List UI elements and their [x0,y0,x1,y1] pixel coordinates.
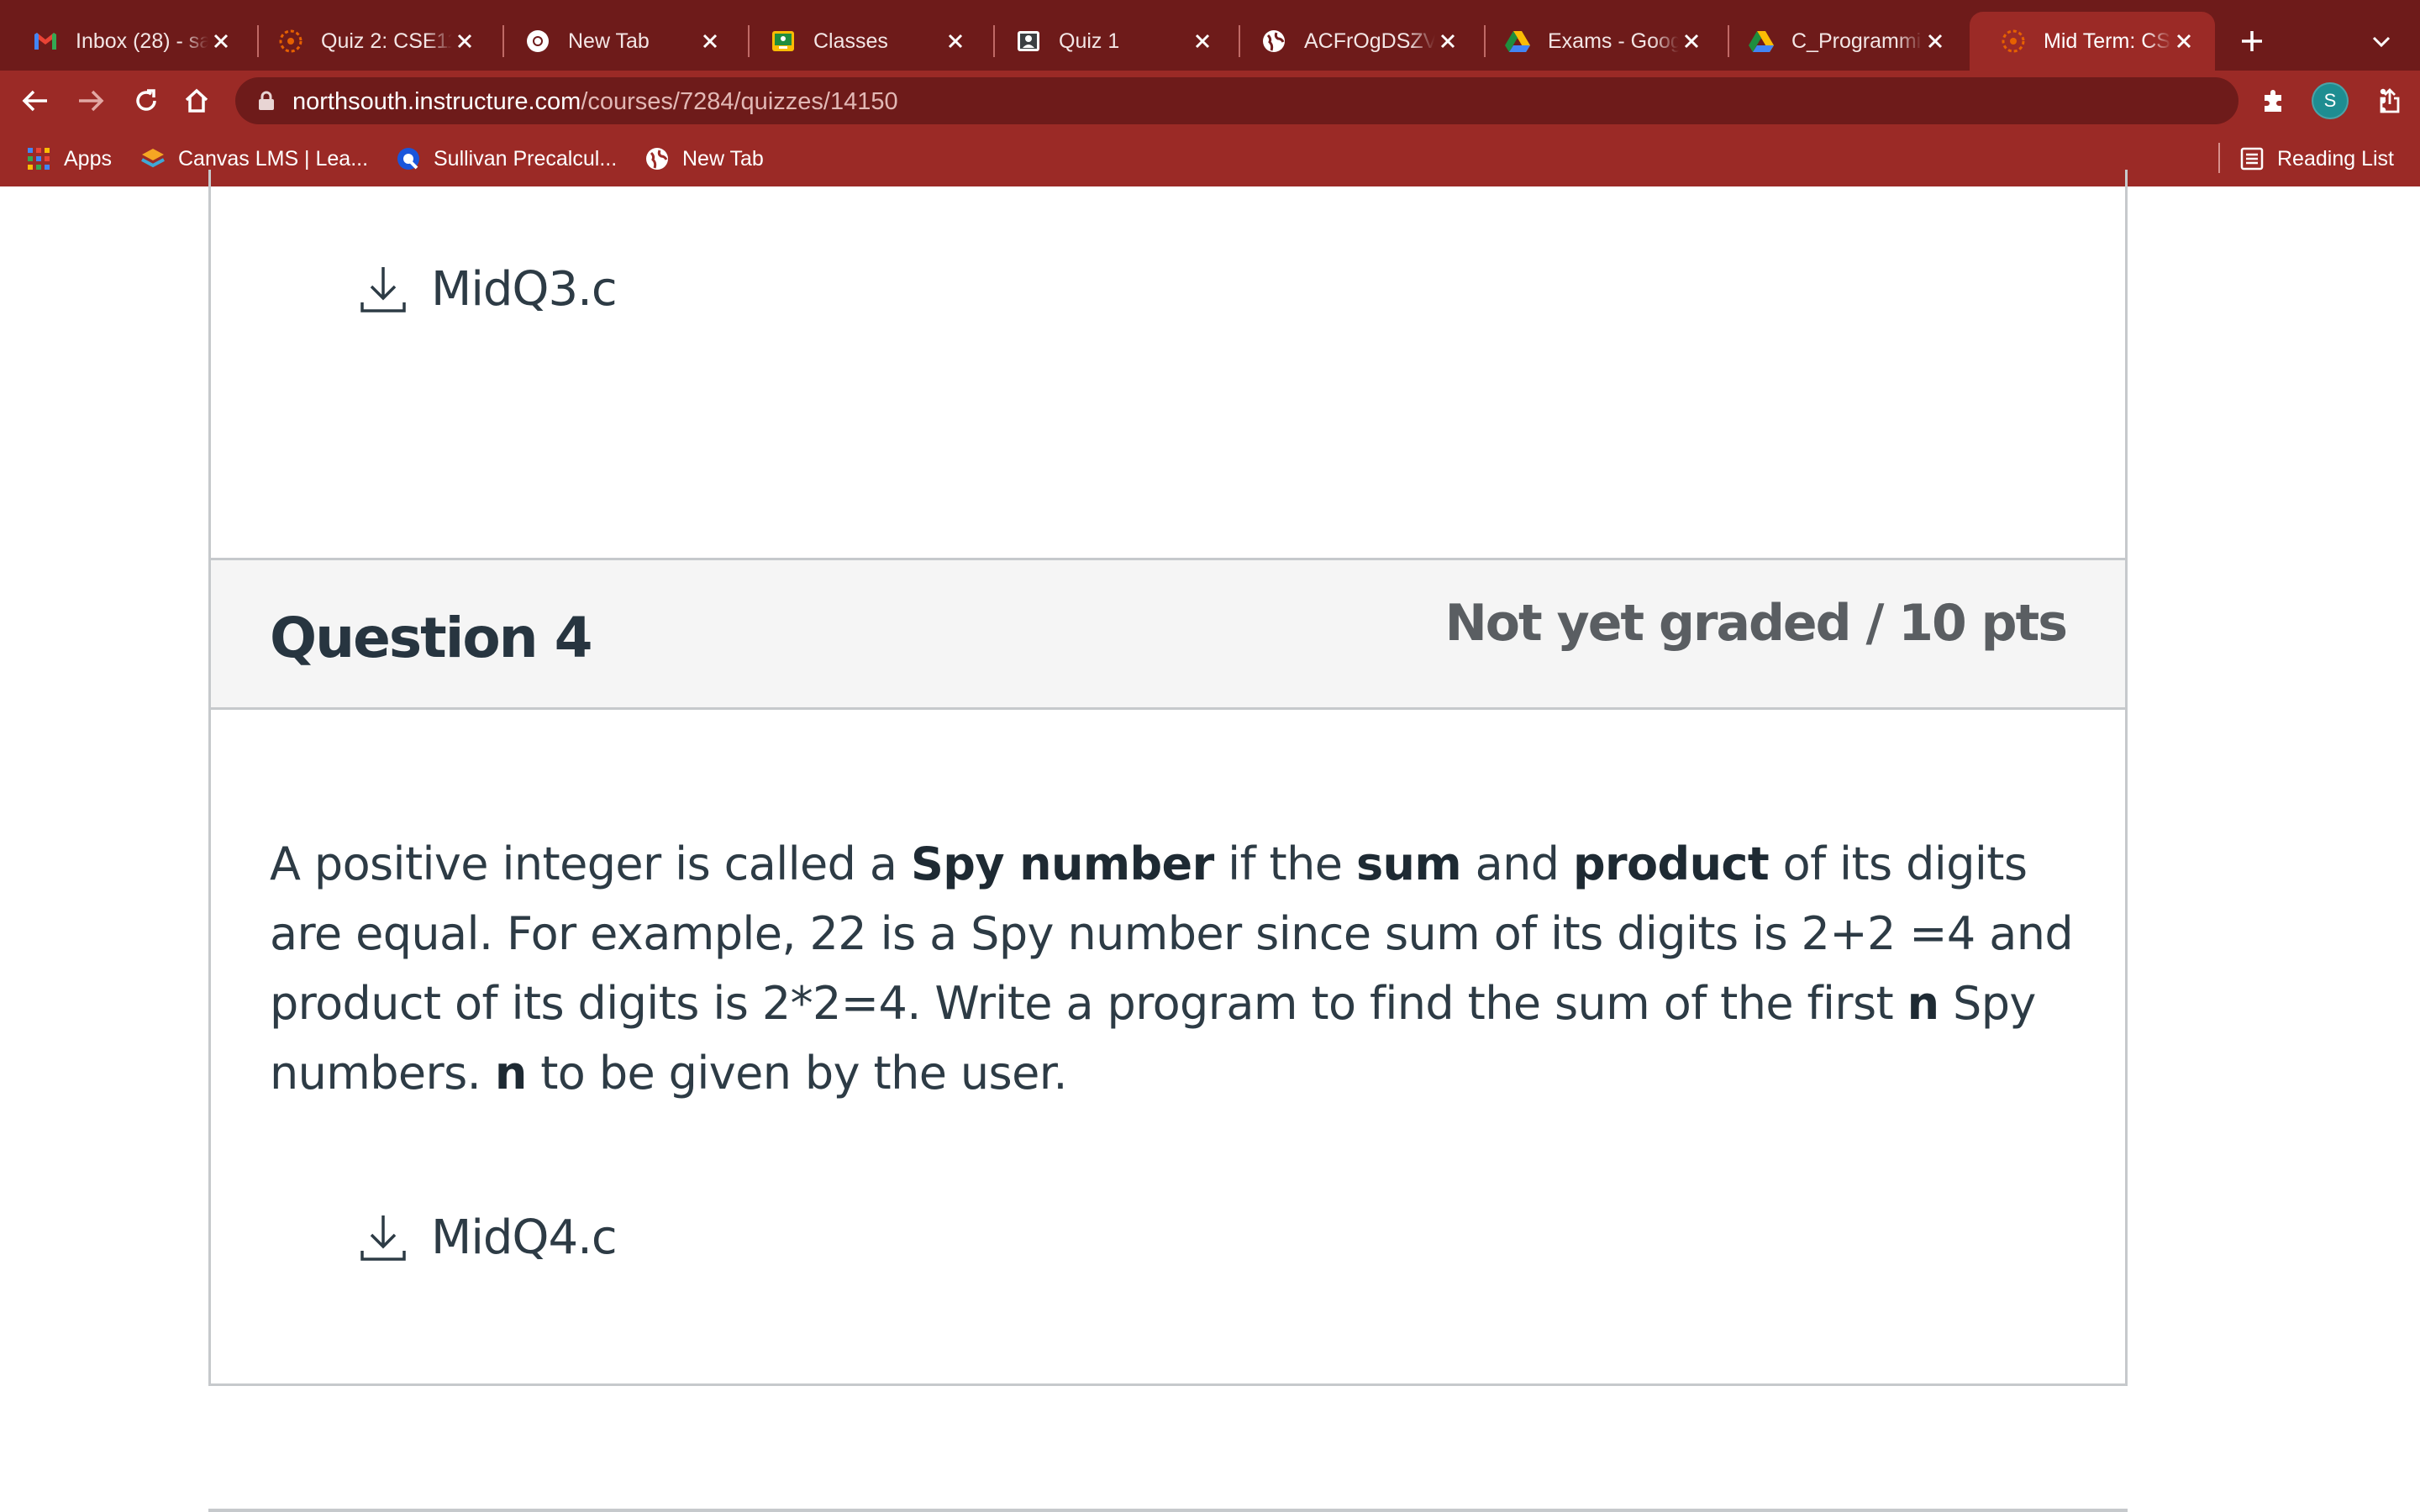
profile-avatar[interactable]: S [2312,82,2349,119]
browser-menu-button[interactable] [2366,81,2400,121]
tab-c-programming[interactable]: C_Programmin [1718,12,1966,71]
chrome-icon [524,28,551,55]
url-path: /courses/7284/quizzes/14150 [581,88,898,115]
download-icon [360,1215,406,1261]
arrow-left-icon [22,90,47,112]
close-icon[interactable] [1435,29,1460,54]
tab-quiz-1[interactable]: Quiz 1 [985,12,1234,71]
arrow-right-icon [79,90,104,112]
new-tab-button[interactable] [2233,23,2270,60]
question-title: Question 4 [270,606,593,670]
tab-title: ACFrOgDSZVC [1304,29,1435,53]
drive-icon [1504,28,1531,55]
extensions-button[interactable] [2254,81,2294,121]
puzzle-icon [2265,90,2281,112]
close-icon[interactable] [2171,29,2196,54]
next-question-border [208,1509,2128,1512]
question-points: Not yet graded / 10 pts [1444,594,2068,653]
browser-chrome: Inbox (28) - sa Quiz 2: CSE115 New Tab C… [0,0,2420,186]
reading-list-icon [2238,145,2265,172]
text-segment: and [1461,837,1573,890]
gmail-icon [32,28,59,55]
bookmark-label: New Tab [682,146,764,171]
kebab-menu-icon [2380,88,2386,113]
lock-icon[interactable] [257,91,276,111]
close-icon[interactable] [1923,29,1948,54]
canvas-icon [277,28,304,55]
tab-title: New Tab [568,29,650,53]
attachment-filename: MidQ3.c [431,262,618,317]
forward-button[interactable] [71,81,111,121]
home-icon [185,88,208,113]
term-n: n [494,1047,527,1100]
canvas-lms-icon [139,145,166,172]
bookmark-label: Apps [64,146,112,171]
bookmark-label: Canvas LMS | Lea... [178,146,369,171]
page-content: MidQ3.c Question 4 Not yet graded / 10 p… [0,170,2420,1512]
reading-list-button[interactable]: Reading List [2238,143,2394,175]
chevron-down-icon [2372,36,2391,48]
question-4-box: Question 4 Not yet graded / 10 pts A pos… [208,558,2128,1386]
tab-search-button[interactable] [2365,25,2398,59]
tab-inbox[interactable]: Inbox (28) - sa [2,12,252,71]
tab-title: Inbox (28) - sa [76,29,208,53]
close-icon[interactable] [452,29,477,54]
tab-acfrog[interactable]: ACFrOgDSZVC [1230,12,1479,71]
globe-icon [1260,28,1287,55]
text-segment: A positive integer is called a [270,837,911,890]
reload-icon [136,89,156,111]
close-icon[interactable] [943,29,968,54]
text-segment: if the [1213,837,1356,890]
term-spy-number: Spy number [910,837,1214,890]
question-text: A positive integer is called a Spy numbe… [270,829,2076,1108]
tab-strip: Inbox (28) - sa Quiz 2: CSE115 New Tab C… [0,0,2420,71]
close-icon[interactable] [208,29,234,54]
q3-attachment-link[interactable]: MidQ3.c [359,262,618,317]
tab-mid-term[interactable]: Mid Term: CSE [1970,12,2215,71]
term-n: n [1907,977,1939,1030]
url-host: northsouth.instructure.com [292,88,581,115]
bookmark-apps[interactable]: Apps [25,143,112,175]
close-icon[interactable] [1679,29,1704,54]
back-button[interactable] [15,81,55,121]
tab-title: Quiz 1 [1059,29,1120,53]
apps-grid-icon [25,145,52,172]
question-3-box: MidQ3.c [208,170,2128,623]
plus-icon [2242,31,2262,51]
bookmarks-divider [2218,143,2220,173]
drive-icon [1748,28,1775,55]
meet-icon [1015,28,1042,55]
tab-title: Exams - Goog [1548,29,1679,53]
globe-icon [644,145,671,172]
text-segment: to be given by the user. [526,1047,1067,1100]
q4-attachment-link[interactable]: MidQ4.c [359,1210,618,1265]
tab-quiz-2[interactable]: Quiz 2: CSE115 [247,12,496,71]
tab-title: C_Programmin [1791,29,1923,53]
reading-list-label: Reading List [2277,146,2394,171]
address-bar[interactable]: northsouth.instructure.com/courses/7284/… [235,77,2400,124]
tab-exams[interactable]: Exams - Goog [1474,12,1723,71]
home-button[interactable] [176,81,217,121]
classroom-icon [770,28,797,55]
tab-classes[interactable]: Classes [739,12,986,71]
tab-title: Quiz 2: CSE115 [321,29,452,53]
tab-new-tab[interactable]: New Tab [494,12,741,71]
pearson-icon [395,145,422,172]
attachment-filename: MidQ4.c [431,1210,618,1265]
question-header: Question 4 Not yet graded / 10 pts [211,560,2125,710]
toolbar: northsouth.instructure.com/courses/7284/… [0,71,2420,131]
download-icon [360,266,406,312]
url-text[interactable]: northsouth.instructure.com/courses/7284/… [292,88,898,116]
tab-title: Classes [813,29,888,53]
tab-title: Mid Term: CSE [2044,29,2171,53]
close-icon[interactable] [697,29,723,54]
term-sum: sum [1355,837,1462,890]
reload-button[interactable] [126,81,166,121]
close-icon[interactable] [1190,29,1215,54]
term-product: product [1572,837,1770,890]
canvas-icon [2000,28,2027,55]
bookmark-label: Sullivan Precalcul... [434,146,618,171]
